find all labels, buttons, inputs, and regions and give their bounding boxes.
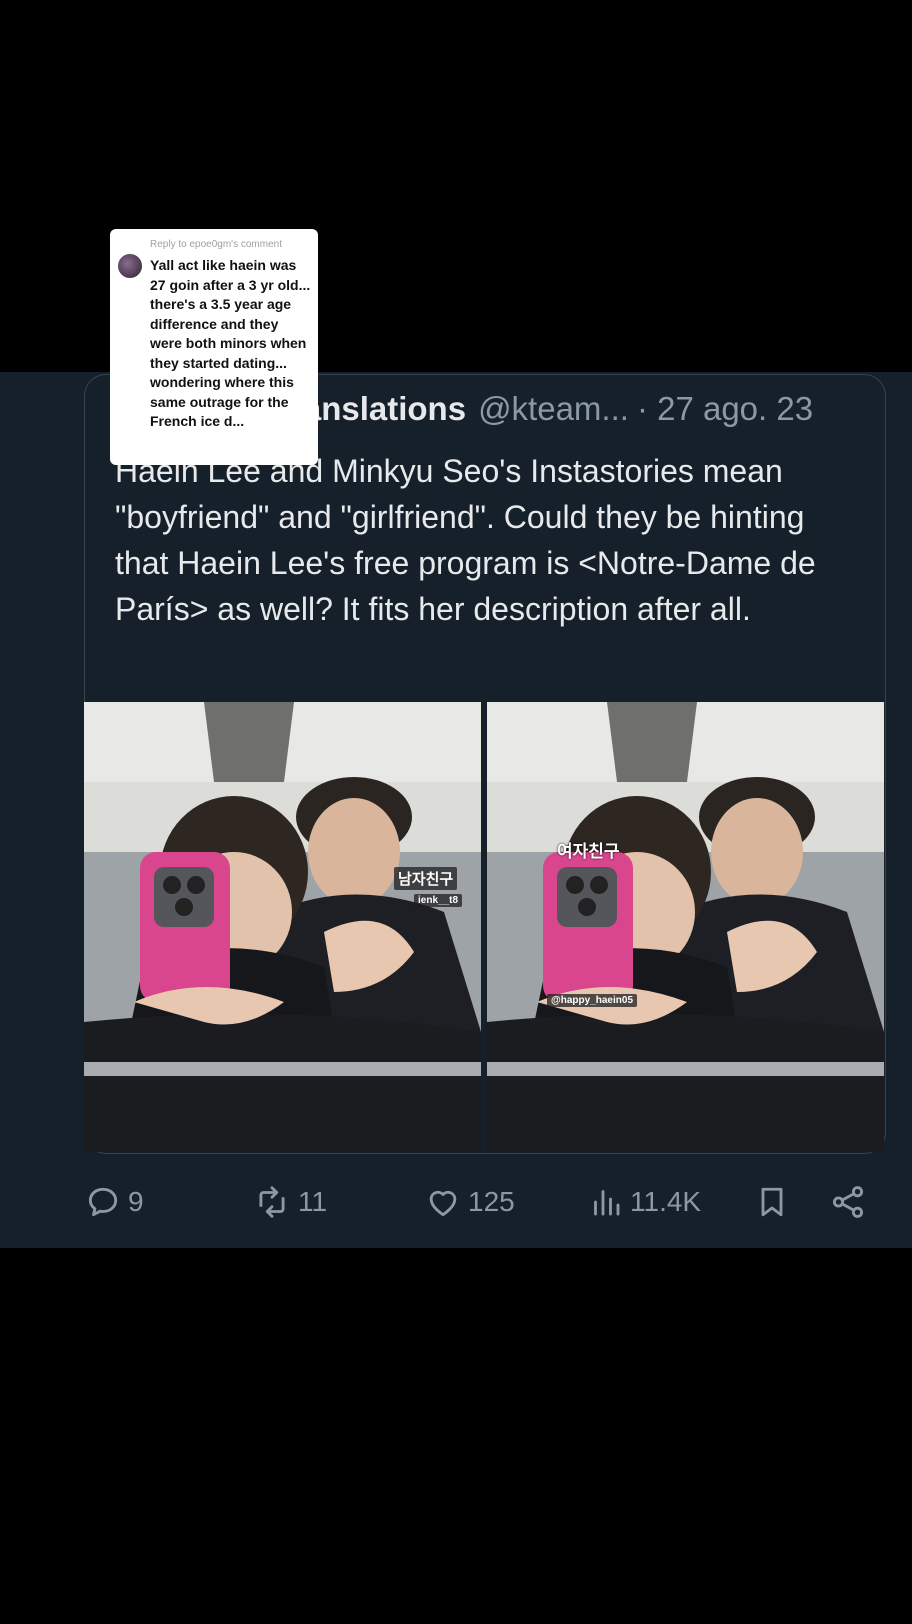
tweet-text: Haein Lee and Minkyu Seo's Instastories … [115, 453, 816, 627]
retweet-count: 11 [298, 1186, 328, 1217]
retweet-icon [259, 1186, 285, 1218]
like-count: 125 [468, 1186, 515, 1217]
photo-illustration [487, 702, 884, 1152]
instagram-handle-tag: ienk__t8 [414, 894, 463, 907]
bookmark-icon [761, 1187, 783, 1217]
share-button[interactable] [828, 1180, 874, 1224]
avatar [118, 254, 142, 278]
views-icon [594, 1190, 620, 1216]
author-handle[interactable]: @kteam... [478, 390, 629, 428]
bookmark-button[interactable] [754, 1180, 796, 1224]
tweet-action-bar: 9 11 125 11.4K [84, 1180, 884, 1224]
tweet-photo-right[interactable]: 여자친구 @happy_haein05 [487, 702, 884, 1152]
share-icon [832, 1186, 864, 1218]
tweet-date: · 27 ago. 23 [636, 390, 814, 427]
reply-comment-bubble[interactable]: Reply to epoe0gm's comment Yall act like… [110, 229, 318, 465]
like-icon [429, 1190, 457, 1217]
reply-icon [88, 1187, 118, 1217]
instagram-handle-tag: @happy_haein05 [547, 994, 638, 1007]
photo-illustration [84, 702, 481, 1152]
reply-comment-text: Yall act like haein was 27 goin after a … [150, 257, 311, 429]
reply-count: 9 [128, 1186, 144, 1217]
korean-caption-tag: 남자친구 [394, 867, 458, 890]
reply-button[interactable]: 9 [84, 1180, 144, 1224]
retweet-button[interactable]: 11 [252, 1180, 327, 1224]
views-count: 11.4K [630, 1186, 702, 1217]
like-button[interactable]: 125 [424, 1180, 515, 1224]
tweet-photo-left[interactable]: 남자친구 ienk__t8 [84, 702, 481, 1152]
tweet-author-line[interactable]: ranslations @kteam... · 27 ago. 23 [290, 390, 813, 434]
reply-header: Reply to epoe0gm's comment [150, 239, 282, 250]
views-button[interactable]: 11.4K [588, 1180, 701, 1224]
korean-caption-tag: 여자친구 [557, 842, 620, 861]
